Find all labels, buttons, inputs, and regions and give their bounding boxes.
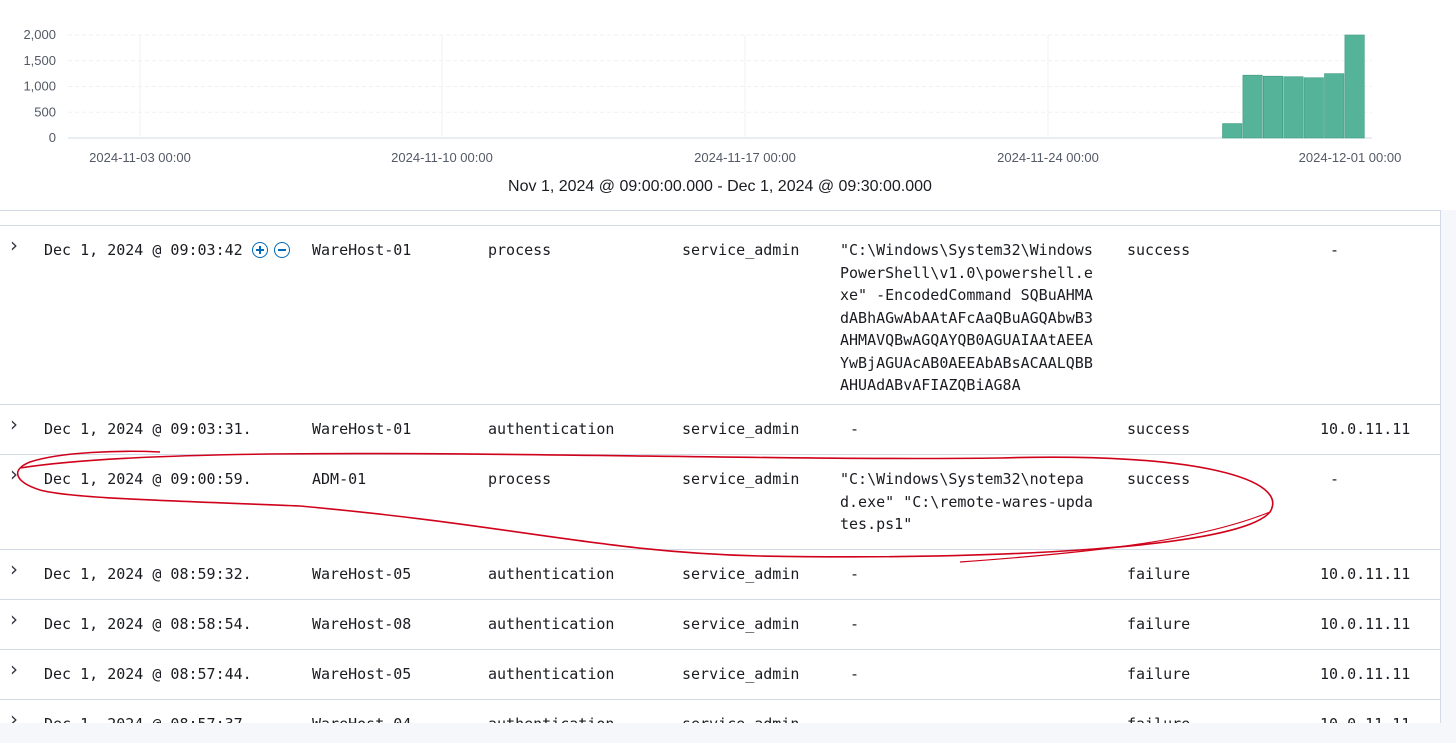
host-cell: WareHost-01 (312, 420, 412, 438)
expand-row-chevron-right-icon[interactable]: › (10, 658, 18, 681)
table-row[interactable]: › Dec 1, 2024 @ 08:57:44.000 WareHost-05 au… (0, 650, 1440, 700)
source-ip-cell: - (1330, 470, 1340, 488)
histogram-bar[interactable] (1303, 77, 1324, 139)
y-tick-label: 1,500 (23, 53, 56, 68)
user-cell: service_admin (682, 665, 800, 683)
source-ip-cell: 10.0.11.11 (1320, 420, 1411, 438)
expand-row-chevron-right-icon[interactable]: › (10, 463, 18, 486)
expand-row-chevron-right-icon[interactable]: › (10, 558, 18, 581)
command-line-cell: - (850, 665, 860, 683)
time-range-label: Nov 1, 2024 @ 09:00:00.000 - Dec 1, 2024… (508, 178, 932, 195)
event-type-cell: authentication (488, 615, 615, 633)
event-histogram: 2,000 1,500 1,000 500 0 2024-11-03 00:00 2024-… (23, 27, 1402, 165)
outcome-cell: failure (1127, 615, 1191, 633)
host-cell: WareHost-08 (312, 615, 412, 633)
expand-row-chevron-right-icon[interactable]: › (10, 608, 18, 631)
y-tick-label: 2,000 (23, 27, 56, 42)
y-tick-label: 1,000 (23, 79, 56, 94)
user-cell: service_admin (682, 565, 800, 583)
histogram-panel: 2,000 1,500 1,000 500 0 2024-11-03 00:00 2024-… (0, 0, 1456, 210)
x-tick-label: 2024-11-17 00:00 (694, 150, 796, 165)
timestamp-cell: Dec 1, 2024 @ 09:03:42 (44, 241, 243, 259)
expand-row-chevron-right-icon[interactable]: › (10, 413, 18, 436)
source-ip-cell: 10.0.11.11 (1320, 615, 1411, 633)
user-cell: service_admin (682, 420, 800, 438)
table-row[interactable]: ›Dec 1, 2024 @ 08:57:37.000WareHost-04au… (0, 700, 1440, 724)
events-table: › Dec 1, 2024 @ 09:03:42 WareHost-01 proces… (0, 210, 1440, 724)
table-row[interactable]: › Dec 1, 2024 @ 09:03:31.000 WareHost-01 au… (0, 405, 1440, 455)
cell-filter-actions (252, 239, 290, 258)
timestamp-cell: Dec 1, 2024 @ 08:59:32.000 (44, 565, 250, 583)
command-line-cell: - (850, 615, 860, 633)
table-row[interactable]: › Dec 1, 2024 @ 09:00:59.000 ADM-01 process… (0, 455, 1440, 550)
histogram-bar[interactable] (1324, 73, 1345, 139)
x-tick-label: 2024-12-01 00:00 (1299, 150, 1402, 165)
command-line-cell: - (850, 420, 860, 438)
event-type-cell: process (488, 470, 552, 488)
horizontal-scrollbar[interactable] (0, 723, 1456, 743)
x-tick-label: 2024-11-10 00:00 (391, 150, 493, 165)
source-ip-cell: 10.0.11.11 (1320, 665, 1411, 683)
outcome-cell: failure (1127, 565, 1191, 583)
command-line-cell: - (850, 565, 860, 583)
source-ip-cell: - (1330, 241, 1340, 259)
event-type-cell: authentication (488, 420, 615, 438)
timestamp-cell: Dec 1, 2024 @ 09:03:31.000 (44, 420, 250, 438)
outcome-cell: failure (1127, 665, 1191, 683)
histogram-bar[interactable] (1283, 76, 1304, 139)
minus-circle-icon[interactable] (274, 242, 290, 258)
command-line-cell: "C:\Windows\System32\WindowsPowerShell\v… (840, 241, 1093, 394)
user-cell: service_admin (682, 241, 800, 259)
outcome-cell: success (1127, 241, 1191, 259)
table-header-gap (0, 211, 1440, 226)
expand-row-chevron-right-icon[interactable]: › (10, 234, 18, 257)
timestamp-cell: Dec 1, 2024 @ 08:58:54.000 (44, 615, 250, 633)
histogram-bar[interactable] (1242, 74, 1263, 139)
user-cell: service_admin (682, 470, 800, 488)
event-type-cell: process (488, 241, 552, 259)
x-tick-label: 2024-11-03 00:00 (89, 150, 191, 165)
histogram-bar[interactable] (1263, 75, 1284, 139)
event-type-cell: authentication (488, 665, 615, 683)
user-cell: service_admin (682, 615, 800, 633)
host-cell: WareHost-05 (312, 565, 412, 583)
histogram-bar[interactable] (1344, 34, 1365, 139)
table-row[interactable]: › Dec 1, 2024 @ 08:58:54.000 WareHost-08 au… (0, 600, 1440, 650)
host-cell: ADM-01 (312, 470, 367, 488)
outcome-cell: success (1127, 420, 1191, 438)
vertical-scrollbar[interactable] (1440, 210, 1456, 723)
outcome-cell: success (1127, 470, 1191, 488)
table-row[interactable]: › Dec 1, 2024 @ 09:03:42 WareHost-01 proces… (0, 226, 1440, 405)
event-type-cell: authentication (488, 565, 615, 583)
source-ip-cell: 10.0.11.11 (1320, 565, 1411, 583)
histogram-bar[interactable] (1222, 123, 1243, 139)
expand-row-chevron-right-icon[interactable]: › (10, 708, 18, 724)
command-line-cell: "C:\Windows\System32\notepad.exe" "C:\re… (840, 470, 1093, 533)
plus-circle-icon[interactable] (252, 242, 268, 258)
host-cell: WareHost-01 (312, 241, 412, 259)
timestamp-cell: Dec 1, 2024 @ 09:00:59.000 (44, 470, 250, 488)
table-row[interactable]: › Dec 1, 2024 @ 08:59:32.000 WareHost-05 au… (0, 550, 1440, 600)
events-table-body: › Dec 1, 2024 @ 09:03:42 WareHost-01 proces… (0, 226, 1440, 724)
x-tick-label: 2024-11-24 00:00 (997, 150, 1099, 165)
y-tick-label: 500 (34, 104, 56, 119)
timestamp-cell: Dec 1, 2024 @ 08:57:44.000 (44, 665, 250, 683)
host-cell: WareHost-05 (312, 665, 412, 683)
y-tick-label: 0 (49, 130, 56, 145)
